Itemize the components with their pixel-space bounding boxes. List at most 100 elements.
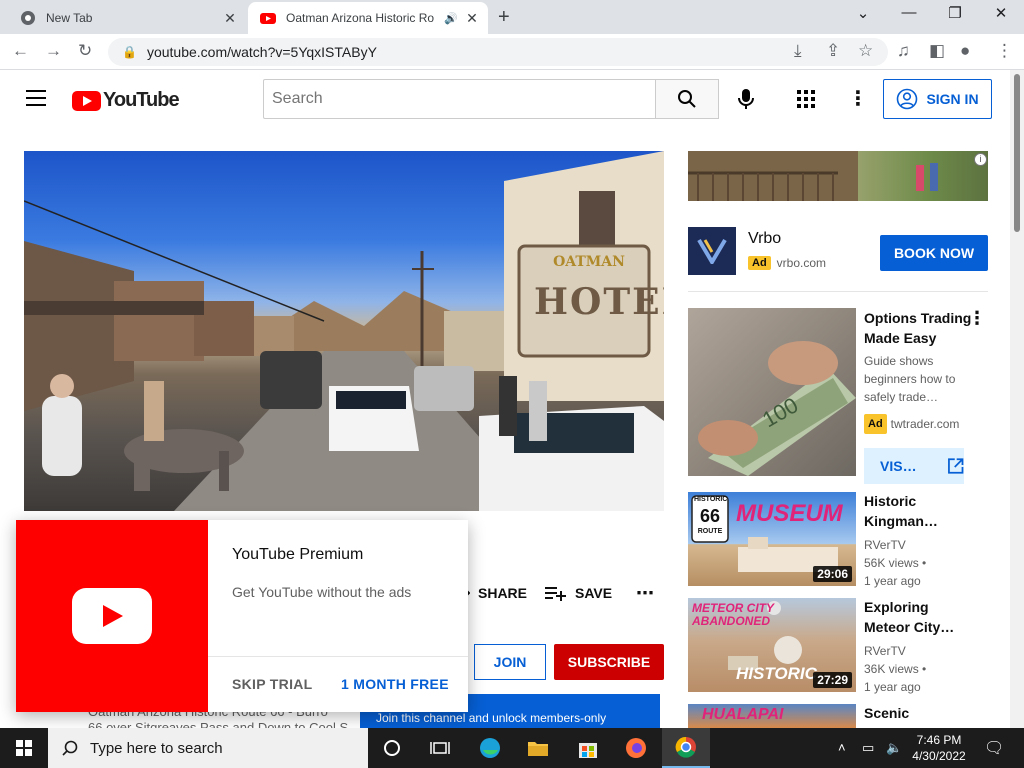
upload-age: 1 year ago [864, 680, 921, 694]
view-count: 56K views [864, 556, 919, 570]
upload-age: 1 year ago [864, 574, 921, 588]
media-controls-icon[interactable]: ♫ [897, 41, 910, 61]
lock-icon[interactable]: 🔒 [122, 45, 137, 59]
url-text: youtube.com/watch?v=5YqxISTAByY [146, 44, 377, 60]
search-input[interactable] [263, 79, 656, 119]
youtube-logo[interactable]: YouTube [72, 89, 180, 112]
thumbnail-caption-2: HISTORIC [736, 664, 817, 683]
vrbo-logo[interactable] [688, 227, 736, 275]
search-icon [678, 90, 696, 108]
show-hidden-icons-icon[interactable]: ˄ [838, 740, 846, 755]
forward-arrow-icon[interactable]: → [45, 41, 62, 61]
views-row: 56K views • [864, 556, 927, 570]
divider [688, 291, 988, 292]
search-icon [62, 740, 78, 756]
tab-title: New Tab [46, 11, 93, 25]
clock-time: 7:46 PM [916, 733, 962, 747]
tab-youtube-video[interactable]: Oatman Arizona Historic Ro 🔊 ✕ [248, 2, 488, 34]
video-player[interactable]: OATMAN HOTEL [24, 151, 664, 511]
hotel-sign: HOTEL [534, 281, 664, 323]
taskbar-search-box[interactable]: Type here to search [48, 728, 368, 768]
scrollbar-thumb[interactable] [1014, 74, 1020, 232]
channel-name[interactable]: RVerTV [864, 536, 926, 554]
close-window-button[interactable]: ✕ [978, 4, 1024, 22]
page-scrollbar[interactable] [1010, 70, 1024, 728]
reload-icon[interactable]: ↻ [78, 41, 92, 61]
chrome-taskbar-icon[interactable] [662, 728, 710, 768]
video-duration: 27:29 [813, 672, 852, 688]
close-tab-icon[interactable]: ✕ [220, 10, 240, 27]
task-view-icon[interactable] [416, 728, 464, 768]
join-button[interactable]: JOIN [474, 644, 546, 680]
ad-domain-row: Ad vrbo.com [748, 256, 826, 270]
video-thumbnail[interactable]: HISTORIC 66 ROUTE MUSEUM 29:06 [688, 492, 856, 586]
save-label: SAVE [575, 585, 613, 601]
book-now-button[interactable]: BOOK NOW [880, 235, 988, 271]
close-tab-icon[interactable]: ✕ [462, 10, 482, 27]
hamburger-menu-icon[interactable] [26, 90, 46, 111]
restore-button[interactable]: ❐ [932, 4, 978, 22]
route66-badge-top: HISTORIC [694, 496, 728, 503]
network-icon[interactable]: ▭ [862, 740, 874, 756]
tab-search-chevron-icon[interactable]: ⌄ [840, 4, 886, 22]
ad-banner-image[interactable] [688, 151, 988, 201]
side-panel-icon[interactable]: ◧ [929, 41, 945, 61]
subscribe-button[interactable]: SUBSCRIBE [554, 644, 664, 680]
windows-taskbar: Type here to search ˄ ▭ 🔈 7:46 PM 4/30/2… [0, 728, 1024, 768]
start-button[interactable] [0, 728, 48, 768]
taskbar-clock[interactable]: 7:46 PM 4/30/2022 [908, 732, 970, 764]
new-tab-button[interactable]: + [498, 6, 510, 29]
profile-avatar-icon[interactable]: ● [960, 41, 970, 61]
account-circle-icon [897, 88, 918, 110]
video-title[interactable]: Exploring Meteor City… [864, 597, 984, 637]
one-month-free-button[interactable]: 1 MONTH FREE [341, 676, 449, 692]
ad-advertiser[interactable]: Vrbo [748, 230, 781, 248]
ad-domain: vrbo.com [776, 256, 827, 270]
youtube-masthead: YouTube ⋮ SIGN IN [0, 70, 1010, 128]
tab-new-tab[interactable]: New Tab ✕ [8, 2, 246, 34]
skip-trial-button[interactable]: SKIP TRIAL [232, 676, 313, 692]
file-explorer-icon[interactable] [514, 728, 562, 768]
sign-in-button[interactable]: SIGN IN [883, 79, 992, 119]
share-page-icon[interactable]: ⇪ [826, 41, 840, 61]
promo-desc-line: Guide shows [864, 354, 934, 368]
more-actions-icon[interactable]: ⋯ [636, 583, 654, 604]
minimize-button[interactable]: — [886, 4, 932, 21]
notifications-icon[interactable]: 🗨 [984, 738, 1004, 758]
thumbnail-caption: HUALAPAI [702, 706, 784, 723]
promo-more-icon[interactable]: ⋮ [968, 308, 986, 329]
video-title[interactable]: Scenic [864, 703, 984, 723]
channel-name[interactable]: RVerTV [864, 642, 926, 660]
video-thumbnail[interactable]: METEOR CITY ABANDONED HISTORIC 27:29 [688, 598, 856, 692]
visit-site-button[interactable]: VIS… [864, 448, 964, 484]
cortana-icon[interactable] [368, 728, 416, 768]
video-title[interactable]: Historic Kingman… [864, 491, 984, 531]
apps-grid-icon[interactable] [797, 90, 815, 113]
visit-label: VIS… [880, 458, 917, 474]
youtube-wordmark: YouTube [103, 89, 180, 111]
edge-icon[interactable] [466, 728, 514, 768]
microsoft-store-icon[interactable] [564, 728, 612, 768]
promo-thumbnail[interactable]: 100 [688, 308, 856, 476]
microphone-icon[interactable] [735, 87, 757, 117]
video-thumbnail[interactable]: HUALAPAI [688, 704, 856, 728]
speaker-icon[interactable]: 🔊 [444, 12, 458, 25]
save-button[interactable]: SAVE [545, 585, 612, 601]
back-arrow-icon[interactable]: ← [12, 41, 29, 61]
settings-more-icon[interactable]: ⋮ [848, 86, 868, 111]
address-bar[interactable]: 🔒 youtube.com/watch?v=5YqxISTAByY [108, 38, 888, 66]
install-app-icon[interactable]: ⤓ [794, 41, 802, 61]
ad-info-icon[interactable]: i [974, 153, 987, 166]
firefox-icon[interactable] [612, 728, 660, 768]
route66-badge-bottom: ROUTE [697, 528, 723, 535]
playlist-add-icon [545, 587, 566, 601]
browser-toolbar: ← → ↻ 🔒 youtube.com/watch?v=5YqxISTAByY … [0, 34, 1024, 70]
promo-description: Guide shows beginners how to safely trad… [864, 352, 955, 406]
search-button[interactable] [655, 79, 719, 119]
taskbar-search-placeholder: Type here to search [90, 739, 223, 757]
volume-icon[interactable]: 🔈 [886, 740, 902, 756]
bookmark-star-icon[interactable]: ☆ [858, 41, 873, 61]
promo-title[interactable]: Options Trading Made Easy [864, 308, 972, 348]
chrome-menu-icon[interactable]: ⋮ [996, 41, 1013, 61]
thumbnail-caption: MUSEUM [736, 500, 843, 527]
